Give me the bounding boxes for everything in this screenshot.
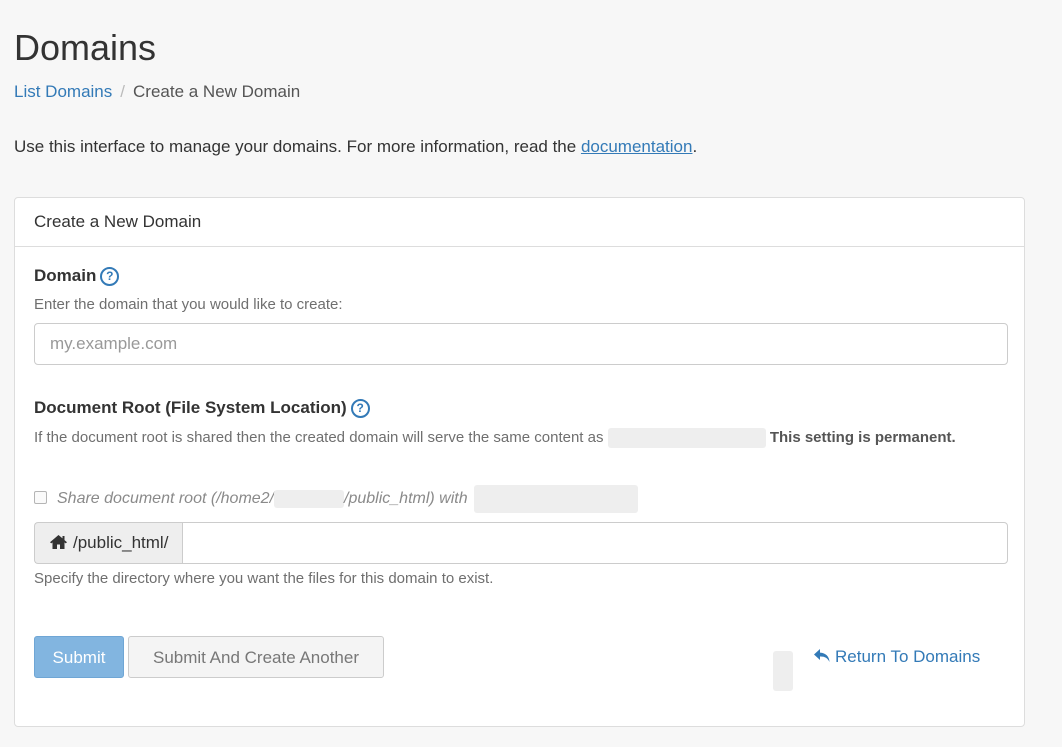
panel-heading: Create a New Domain [15,198,1024,247]
page-title: Domains [14,27,157,68]
breadcrumb-current: Create a New Domain [133,82,301,101]
document-root-prefix-label: /public_html/ [73,533,169,552]
document-root-permanent-note: This setting is permanent. [769,429,956,446]
document-root-input-group: /public_html/ [34,522,1008,564]
domain-label-text: Domain [34,266,97,285]
intro-text-suffix: . [692,137,698,156]
redacted-block [773,651,793,691]
breadcrumb-separator: / [120,82,125,101]
return-to-domains-label: Return To Domains [835,647,981,666]
question-circle-icon[interactable]: ? [350,399,370,418]
redacted-block [474,485,639,513]
breadcrumb: List Domains / Create a New Domain [14,80,300,104]
share-document-root-row: Share document root (/home2/ /public_html… [34,485,639,513]
redacted-block [274,490,345,508]
document-root-help-body: If the document root is shared then the … [34,429,604,446]
intro-text: Use this interface to manage your domain… [14,135,697,159]
create-domain-panel: Create a New Domain Domain? Enter the do… [14,197,1025,727]
share-document-root-checkbox[interactable] [34,491,47,505]
document-root-prefix-addon: /public_html/ [34,522,183,565]
documentation-link[interactable]: documentation [581,137,693,156]
redacted-block [607,428,766,449]
document-root-footer-help: Specify the directory where you want the… [34,570,494,587]
domain-label: Domain? [34,264,120,288]
document-root-label: Document Root (File System Location)? [34,396,370,420]
domain-help-text: Enter the domain that you would like to … [34,296,343,313]
question-circle-icon[interactable]: ? [100,267,120,286]
intro-text-body: Use this interface to manage your domain… [14,137,581,156]
document-root-help-text: If the document root is shared then the … [34,427,994,449]
home-icon [49,525,68,565]
submit-button[interactable]: Submit [34,636,124,678]
submit-and-create-another-button[interactable]: Submit And Create Another [128,636,384,678]
document-root-input[interactable] [182,522,1008,564]
document-root-label-text: Document Root (File System Location) [34,398,347,417]
return-to-domains-link[interactable]: Return To Domains [813,645,980,671]
breadcrumb-link-list-domains[interactable]: List Domains [14,82,112,101]
share-document-root-middle: /public_html) with [344,490,468,508]
share-document-root-prefix: Share document root (/home2/ [57,490,275,508]
domain-input[interactable] [34,323,1008,365]
reply-icon [813,647,831,671]
